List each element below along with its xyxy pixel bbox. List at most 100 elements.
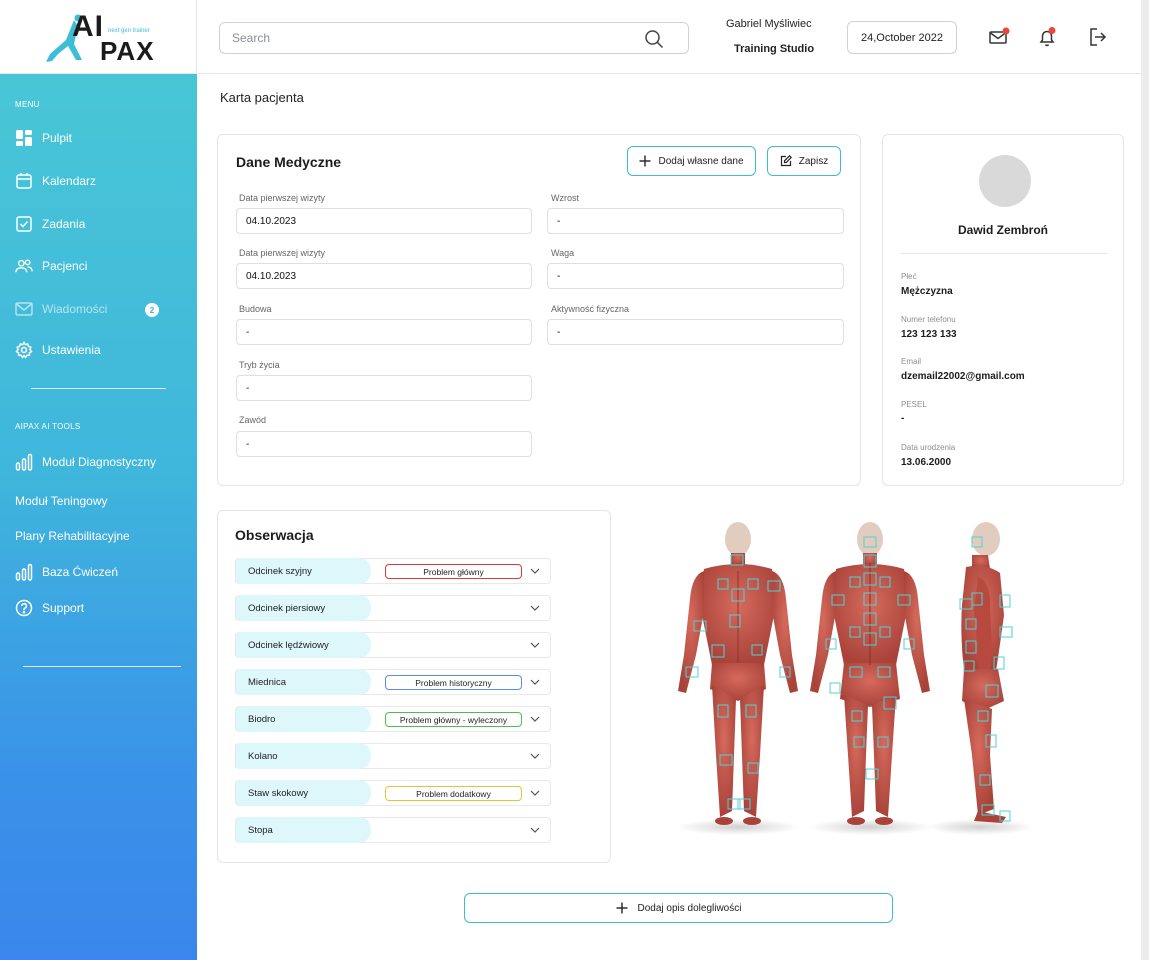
add-own-data-button[interactable]: Dodaj własne dane bbox=[627, 146, 756, 176]
chevron-down-icon[interactable] bbox=[530, 678, 540, 686]
sidebar-item-wiadomosci[interactable]: Wiadomości bbox=[15, 298, 107, 320]
observation-row-label: Miednica bbox=[236, 669, 371, 695]
window-scrollbar-track[interactable] bbox=[1141, 0, 1149, 960]
profile-divider bbox=[901, 253, 1107, 254]
gender-value: Mężczyzna bbox=[901, 286, 953, 297]
observation-row[interactable]: Miednica Problem historyczny bbox=[235, 669, 551, 695]
sidebar-item-modul-diagnostyczny[interactable]: Moduł Diagnostyczny bbox=[15, 451, 156, 473]
dob-label: Data urodzenia bbox=[901, 443, 956, 452]
patient-name: Dawid Zembroń bbox=[957, 223, 1048, 237]
occupation-label: Zawód bbox=[239, 415, 267, 425]
save-label: Zapisz bbox=[798, 155, 829, 167]
logo-text-pax: PAX bbox=[100, 36, 155, 66]
chevron-down-icon[interactable] bbox=[530, 641, 540, 649]
first-visit-label: Data pierwszej wizyty bbox=[239, 193, 326, 203]
build-field[interactable]: - bbox=[236, 319, 532, 345]
first-visit-label-2: Data pierwszej wizyty bbox=[239, 248, 326, 258]
tools-heading: AIPAX AI TOOLS bbox=[15, 422, 81, 431]
body-map-diagram[interactable] bbox=[660, 515, 1040, 840]
sidebar-item-label: Zadania bbox=[42, 217, 86, 231]
edit-icon bbox=[780, 155, 792, 167]
chevron-down-icon[interactable] bbox=[530, 715, 540, 723]
first-visit-field-2[interactable]: 04.10.2023 bbox=[236, 263, 532, 289]
pesel-value: - bbox=[901, 413, 905, 424]
sidebar-item-baza-cwiczen[interactable]: Baza Ćwiczeń bbox=[15, 561, 118, 583]
activity-field[interactable]: - bbox=[547, 319, 844, 345]
sidebar-item-pacjenci[interactable]: Pacjenci bbox=[15, 255, 87, 277]
observation-row[interactable]: Odcinek piersiowy bbox=[235, 595, 551, 621]
observation-row[interactable]: Staw skokowy Problem dodatkowy bbox=[235, 780, 551, 806]
problem-status-tag: Problem dodatkowy bbox=[385, 786, 522, 801]
problem-status-tag: Problem historyczny bbox=[385, 675, 522, 690]
sidebar-item-label: Baza Ćwiczeń bbox=[42, 565, 119, 579]
first-visit-field[interactable]: 04.10.2023 bbox=[236, 208, 532, 234]
sidebar-item-label: Ustawienia bbox=[42, 343, 101, 357]
add-complaint-description-button[interactable]: Dodaj opis dolegliwości bbox=[464, 893, 893, 923]
sidebar-item-support[interactable]: Support bbox=[15, 597, 84, 619]
medical-data-title: Dane Medyczne bbox=[236, 154, 342, 170]
sidebar-item-label: Pacjenci bbox=[42, 259, 88, 273]
weight-label: Waga bbox=[551, 248, 575, 258]
avatar[interactable] bbox=[979, 155, 1031, 207]
mail-notification-icon[interactable] bbox=[988, 26, 1010, 48]
observation-row[interactable]: Biodro Problem główny - wyleczony bbox=[235, 706, 551, 732]
sidebar-nav: MENU Pulpit Kalendarz Zadania Pacjenci W… bbox=[0, 74, 197, 960]
occupation-field[interactable]: - bbox=[236, 431, 532, 457]
problem-status-tag: Problem główny - wyleczony bbox=[385, 712, 522, 727]
page-title: Karta pacjenta bbox=[220, 90, 304, 105]
sidebar-item-modul-treningowy[interactable]: Moduł Teningowy bbox=[15, 490, 108, 512]
observation-row-label: Odcinek piersiowy bbox=[236, 595, 371, 621]
logout-icon[interactable] bbox=[1086, 26, 1108, 48]
weight-field[interactable]: - bbox=[547, 263, 844, 289]
sidebar-item-ustawienia[interactable]: Ustawienia bbox=[15, 339, 101, 361]
observation-row-label: Stopa bbox=[236, 817, 371, 843]
sidebar-item-label: Kalendarz bbox=[42, 174, 97, 188]
observation-row[interactable]: Stopa bbox=[235, 817, 551, 843]
back-body-figure[interactable] bbox=[808, 522, 932, 835]
date-display[interactable]: 24,October 2022 bbox=[847, 21, 957, 54]
observation-row[interactable]: Kolano bbox=[235, 743, 551, 769]
sidebar-divider bbox=[23, 666, 181, 667]
aipax-logo[interactable]: AI next gen trainer PAX bbox=[44, 8, 164, 66]
logo-area: AI next gen trainer PAX bbox=[0, 0, 197, 74]
lifestyle-field[interactable]: - bbox=[236, 375, 532, 401]
patient-profile-card: Dawid Zembroń Płeć Mężczyzna Numer telef… bbox=[882, 134, 1124, 486]
search-input[interactable] bbox=[232, 31, 632, 45]
chevron-down-icon[interactable] bbox=[530, 567, 540, 575]
sidebar-item-kalendarz[interactable]: Kalendarz bbox=[15, 170, 96, 192]
bar-chart-icon bbox=[15, 563, 33, 581]
search-icon[interactable] bbox=[644, 29, 664, 49]
medical-data-card: Dane Medyczne Dodaj własne dane Zapisz D… bbox=[217, 134, 861, 486]
search-box[interactable] bbox=[219, 22, 689, 54]
plus-icon bbox=[639, 155, 651, 167]
email-label: Email bbox=[901, 357, 922, 366]
save-button[interactable]: Zapisz bbox=[767, 146, 841, 176]
phone-label: Numer telefonu bbox=[901, 315, 956, 324]
chevron-down-icon[interactable] bbox=[530, 789, 540, 797]
messages-count-badge: 2 bbox=[145, 303, 159, 317]
mail-icon bbox=[15, 300, 33, 318]
front-body-figure[interactable] bbox=[676, 522, 800, 835]
menu-heading: MENU bbox=[15, 100, 40, 109]
side-body-figure[interactable] bbox=[926, 522, 1034, 835]
observation-row[interactable]: Odcinek lędźwiowy bbox=[235, 632, 551, 658]
bell-notification-icon[interactable] bbox=[1036, 26, 1058, 48]
help-icon bbox=[15, 599, 33, 617]
chevron-down-icon[interactable] bbox=[530, 752, 540, 760]
observation-row-label: Odcinek lędźwiowy bbox=[236, 632, 371, 658]
app-window: AI next gen trainer PAX MENU Pulpit Kale… bbox=[0, 0, 1141, 960]
chevron-down-icon[interactable] bbox=[530, 604, 540, 612]
chevron-down-icon[interactable] bbox=[530, 826, 540, 834]
dob-value: 13.06.2000 bbox=[901, 457, 952, 468]
dashboard-icon bbox=[15, 129, 33, 147]
sidebar-item-plany-rehabilitacyjne[interactable]: Plany Rehabilitacyjne bbox=[15, 525, 130, 547]
email-value: dzemail22002@gmail.com bbox=[901, 371, 1025, 382]
users-icon bbox=[15, 257, 33, 275]
build-label: Budowa bbox=[239, 304, 272, 314]
sidebar-item-pulpit[interactable]: Pulpit bbox=[15, 127, 72, 149]
height-field[interactable]: - bbox=[547, 208, 844, 234]
observation-title: Obserwacja bbox=[235, 527, 314, 543]
sidebar-item-label: Moduł Diagnostyczny bbox=[42, 455, 157, 469]
sidebar-item-zadania[interactable]: Zadania bbox=[15, 213, 85, 235]
observation-row[interactable]: Odcinek szyjny Problem główny bbox=[235, 558, 551, 584]
